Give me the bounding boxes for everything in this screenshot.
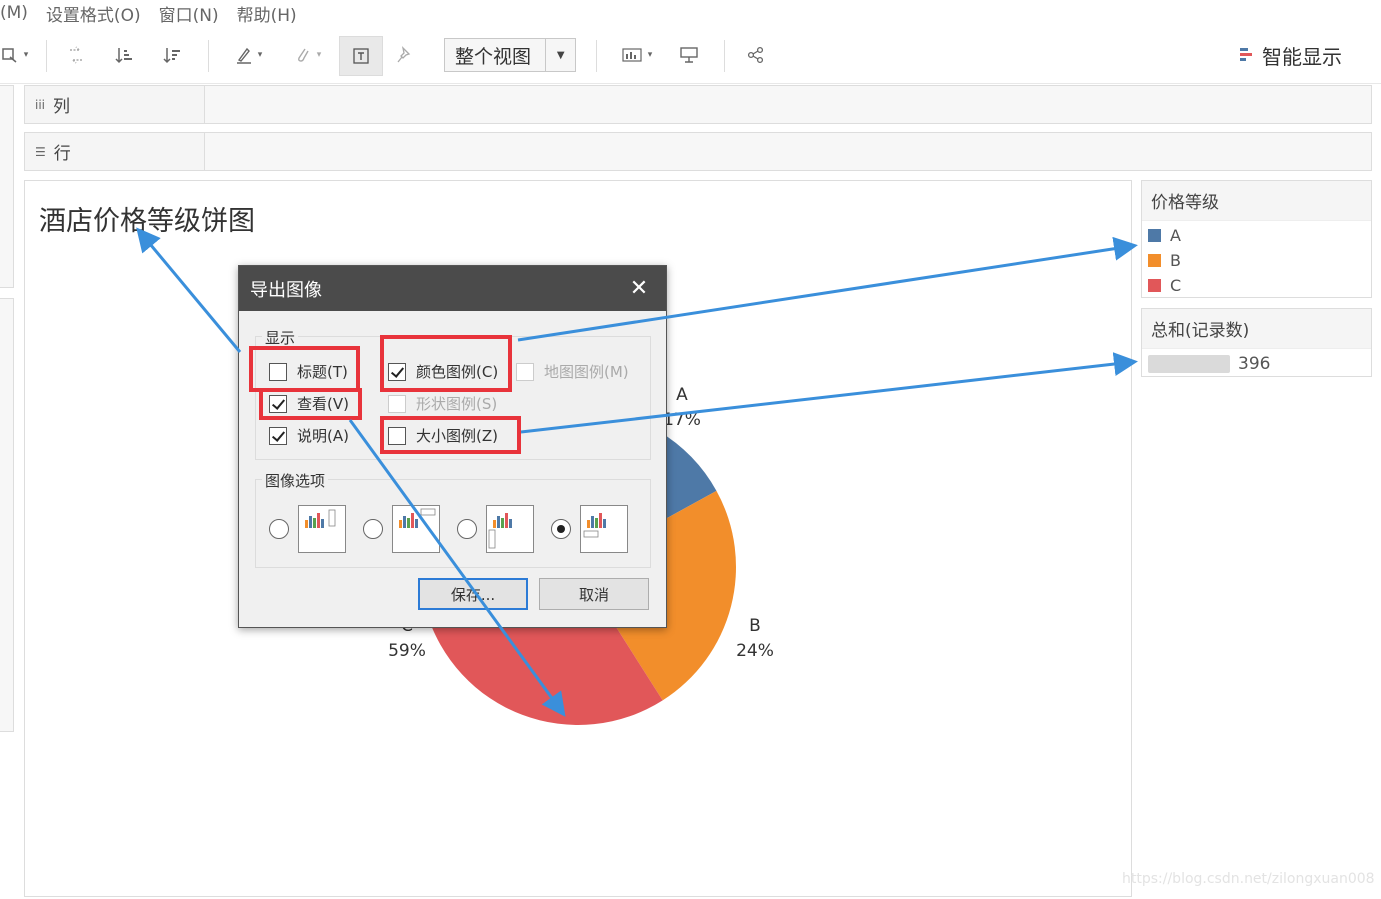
menu-item-help[interactable]: 帮助(H) xyxy=(237,1,297,26)
smart-show-icon xyxy=(1240,48,1254,62)
layout-thumbnail-3[interactable] xyxy=(486,505,534,553)
layout-radio-4[interactable] xyxy=(551,519,571,539)
annotation-box-title xyxy=(249,346,360,392)
image-options-label: 图像选项 xyxy=(262,470,329,491)
caption-checkbox[interactable]: 说明(A) xyxy=(269,425,349,446)
annotation-box-color-legend xyxy=(380,335,512,392)
legend-item-label: B xyxy=(1170,251,1181,270)
watermark: https://blog.csdn.net/zilongxuan008 xyxy=(1122,871,1375,887)
menu-item-window[interactable]: 窗口(N) xyxy=(159,1,219,26)
map-legend-checkbox[interactable]: 地图图例(M) xyxy=(516,361,629,382)
clip-icon[interactable]: ▾ xyxy=(284,40,332,70)
rows-label: 行 xyxy=(53,144,71,164)
size-legend-value: 396 xyxy=(1238,354,1271,374)
mini-chart-icon xyxy=(399,508,436,528)
size-legend-item[interactable]: 396 xyxy=(1142,349,1371,379)
legend-item[interactable]: A xyxy=(1142,223,1371,248)
sort-asc-icon[interactable] xyxy=(110,40,138,70)
rows-shelf-label: ☰ 行 xyxy=(25,133,205,170)
cancel-button[interactable]: 取消 xyxy=(539,578,649,610)
columns-shelf: iii 列 xyxy=(24,85,1372,124)
view-size-select[interactable]: 整个视图 ▼ xyxy=(444,38,576,72)
smart-show-label: 智能显示 xyxy=(1262,44,1342,69)
view-size-value: 整个视图 xyxy=(455,45,532,68)
left-pane-edge-lower[interactable] xyxy=(0,298,14,732)
smart-show-button[interactable]: 智能显示 xyxy=(1240,40,1342,70)
rows-shelf: ☰ 行 xyxy=(24,132,1372,171)
legend-item[interactable]: C xyxy=(1142,273,1371,298)
toolbar-separator xyxy=(596,40,597,72)
annotation-box-size-legend xyxy=(380,416,521,454)
rows-icon: ☰ xyxy=(35,144,46,159)
toolbar-separator xyxy=(724,40,725,72)
label-icon[interactable] xyxy=(339,36,383,76)
columns-shelf-label: iii 列 xyxy=(25,86,205,123)
layout-radio-2[interactable] xyxy=(363,519,383,539)
mini-chart-icon xyxy=(488,513,512,549)
caption-checkbox-label: 说明(A) xyxy=(297,427,349,445)
columns-label: 列 xyxy=(53,97,71,117)
layout-thumbnail-1[interactable] xyxy=(298,505,346,553)
shape-legend-checkbox-label: 形状图例(S) xyxy=(416,395,498,413)
checkbox-box[interactable] xyxy=(388,394,406,413)
map-legend-checkbox-label: 地图图例(M) xyxy=(544,363,629,381)
dialog-titlebar[interactable]: 导出图像 ✕ xyxy=(239,266,666,311)
legend-item[interactable]: B xyxy=(1142,248,1371,273)
shape-legend-checkbox[interactable]: 形状图例(S) xyxy=(388,393,497,414)
legend-swatch xyxy=(1148,279,1161,292)
highlight-icon[interactable]: ▾ xyxy=(226,40,272,70)
mini-chart-icon xyxy=(583,513,606,538)
annotation-box-view xyxy=(259,388,362,420)
checkbox-box[interactable] xyxy=(269,426,287,445)
legend-swatch xyxy=(1148,229,1161,242)
color-legend: 价格等级 A B C xyxy=(1141,180,1372,298)
left-pane-edge[interactable] xyxy=(0,85,14,288)
legend-item-label: C xyxy=(1170,276,1182,295)
share-icon[interactable] xyxy=(742,40,770,70)
columns-drop-area[interactable] xyxy=(205,86,1371,123)
rows-drop-area[interactable] xyxy=(205,133,1371,170)
toolbar-separator xyxy=(46,40,47,72)
menu-item-format[interactable]: 设置格式(O) xyxy=(46,1,141,26)
presentation-icon[interactable] xyxy=(674,40,704,70)
size-legend-title[interactable]: 总和(记录数) xyxy=(1142,309,1371,349)
layout-thumbnail-2[interactable] xyxy=(392,505,440,553)
toolbar-separator xyxy=(208,40,209,72)
size-bar xyxy=(1148,355,1230,373)
show-group-label: 显示 xyxy=(262,327,299,348)
box-icon[interactable]: ▾ xyxy=(0,40,30,70)
color-legend-title[interactable]: 价格等级 xyxy=(1142,181,1371,221)
chart-type-icon[interactable]: ▾ xyxy=(614,40,660,70)
layout-radio-1[interactable] xyxy=(269,519,289,539)
save-button[interactable]: 保存... xyxy=(418,578,528,610)
chevron-down-icon[interactable]: ▼ xyxy=(545,39,575,71)
sheet-title[interactable]: 酒店价格等级饼图 xyxy=(39,199,255,238)
swap-icon[interactable] xyxy=(62,40,90,70)
legend-swatch xyxy=(1148,254,1161,267)
columns-icon: iii xyxy=(35,97,46,112)
toolbar: ▾ ▾ ▾ 整个视图 ▼ ▾ 智能显示 xyxy=(0,26,1381,84)
close-icon[interactable]: ✕ xyxy=(626,275,652,301)
pin-icon[interactable] xyxy=(392,40,418,70)
menu-bar: (M) 设置格式(O) 窗口(N) 帮助(H) xyxy=(0,0,1381,26)
mini-chart-icon xyxy=(305,509,336,528)
menu-item-m[interactable]: (M) xyxy=(0,3,28,23)
size-legend: 总和(记录数) 396 xyxy=(1141,308,1372,377)
layout-radio-3[interactable] xyxy=(457,519,477,539)
sort-desc-icon[interactable] xyxy=(158,40,186,70)
dialog-title: 导出图像 xyxy=(250,279,322,301)
legend-item-label: A xyxy=(1170,226,1181,245)
layout-thumbnail-4[interactable] xyxy=(580,505,628,553)
checkbox-box[interactable] xyxy=(516,362,534,381)
